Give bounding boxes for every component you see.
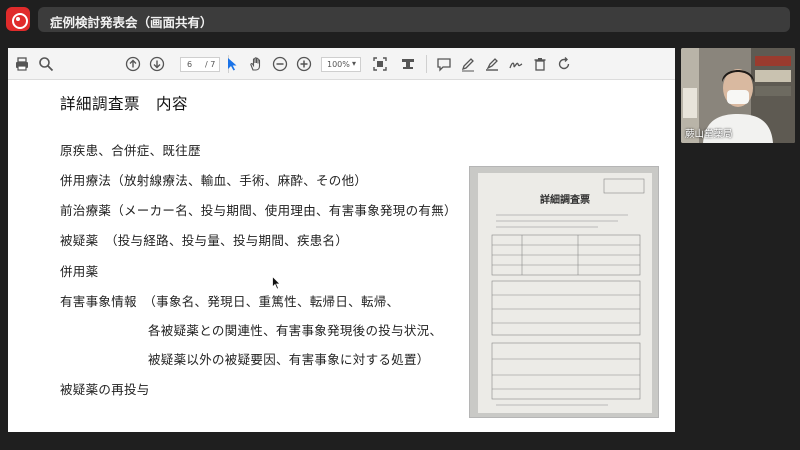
document-title: 詳細調査票: [540, 195, 590, 206]
hand-tool-icon[interactable]: [248, 56, 264, 72]
pen-icon[interactable]: [460, 56, 476, 72]
slide-line: 併用薬: [60, 264, 99, 279]
stamp-icon[interactable]: [400, 56, 416, 72]
meeting-title: 症例検討発表会（画面共有）: [50, 15, 213, 30]
highlighter-icon[interactable]: [484, 56, 500, 72]
page-number-field[interactable]: 6 / 7: [180, 57, 220, 72]
shared-screen: 6 / 7 100% ▾ 詳細調査票 内容 原疾患、合併症、既往歴 併用療法（放…: [8, 48, 675, 432]
slide-title: 詳細調査票 内容: [60, 95, 189, 113]
current-page: 6: [187, 60, 193, 69]
chevron-down-icon: ▾: [352, 59, 357, 68]
slide-line: 原疾患、合併症、既往歴: [60, 143, 201, 158]
zoom-select[interactable]: 100% ▾: [321, 57, 361, 72]
slide-line: 有害事象情報 （事象名、発現日、重篤性、転帰日、転帰、: [60, 294, 400, 309]
zoom-in-icon[interactable]: [296, 56, 312, 72]
slide-line: 被疑薬以外の被疑要因、有害事象に対する処置）: [148, 352, 430, 367]
print-icon[interactable]: [14, 56, 30, 72]
trash-icon[interactable]: [532, 56, 548, 72]
document-photo: 詳細調査票: [469, 166, 659, 418]
zoom-out-icon[interactable]: [272, 56, 288, 72]
slide-line: 被疑薬 （投与経路、投与量、投与期間、疾患名）: [60, 233, 349, 248]
zoom-level: 100%: [327, 60, 350, 69]
signature-icon[interactable]: [508, 56, 524, 72]
previous-page-icon[interactable]: [125, 56, 141, 72]
record-icon[interactable]: [6, 7, 30, 31]
slide-line: 被疑薬の再投与: [60, 382, 150, 397]
fit-page-icon[interactable]: [372, 56, 388, 72]
select-cursor-icon[interactable]: [224, 56, 240, 72]
next-page-icon[interactable]: [149, 56, 165, 72]
document-paper: 詳細調査票: [478, 173, 652, 413]
mouse-cursor-icon: [272, 276, 281, 290]
slide-line: 前治療薬（メーカー名、投与期間、使用理由、有害事象発現の有無）: [60, 203, 457, 218]
form-lines: [491, 178, 645, 406]
meeting-title-bar: 症例検討発表会（画面共有）: [38, 7, 790, 32]
search-icon[interactable]: [38, 56, 54, 72]
slide-line: 併用療法（放射線療法、輸血、手術、麻酔、その他）: [60, 173, 368, 188]
total-pages: / 7: [205, 60, 216, 69]
toolbar-divider: [426, 55, 427, 73]
slide-line: 各被疑薬との関連性、有害事象発現後の投与状況、: [148, 323, 443, 338]
participant-video-tile[interactable]: 蕨山堂薬局: [681, 48, 795, 143]
comment-icon[interactable]: [436, 56, 452, 72]
participant-name: 蕨山堂薬局: [685, 129, 733, 140]
pdf-toolbar: 6 / 7 100% ▾: [8, 48, 675, 80]
rotate-icon[interactable]: [556, 56, 572, 72]
title-bar: 症例検討発表会（画面共有）: [0, 0, 800, 38]
